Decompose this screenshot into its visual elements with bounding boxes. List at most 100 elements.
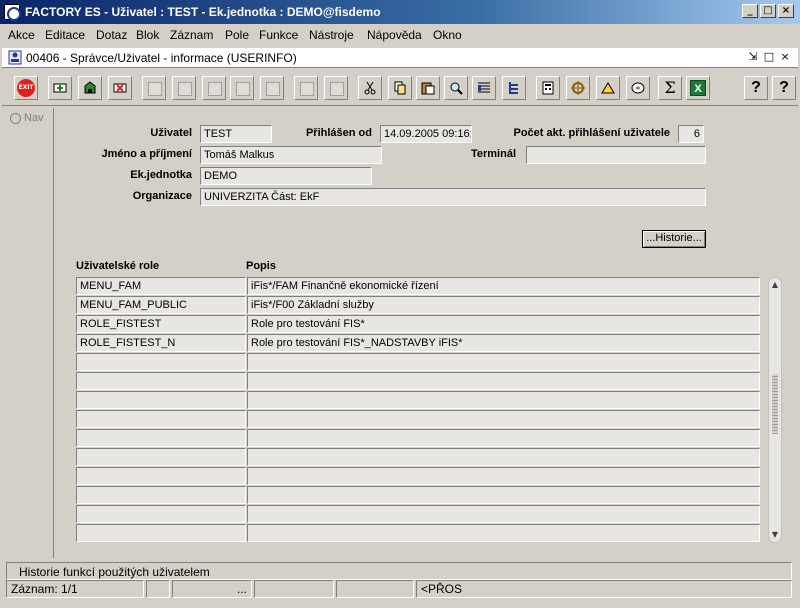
description-cell[interactable]	[247, 372, 760, 390]
query-enter-button[interactable]	[142, 76, 166, 100]
table-row[interactable]	[76, 372, 760, 390]
table-row[interactable]	[76, 505, 760, 523]
menu-nastroje[interactable]: Nástroje	[309, 28, 354, 42]
description-cell[interactable]	[247, 391, 760, 409]
copy-button[interactable]	[388, 76, 412, 100]
save-icon	[84, 81, 96, 94]
scroll-down-icon[interactable]: ▼	[770, 530, 780, 540]
close-button[interactable]: ×	[778, 4, 794, 18]
description-cell[interactable]: iFis*/F00 Základní služby	[247, 296, 760, 314]
sum-button[interactable]: Σ	[658, 76, 682, 100]
role-cell[interactable]: MENU_FAM	[76, 277, 246, 295]
toolbar: EXIT Σ X ? ?	[2, 70, 798, 106]
paste-button[interactable]	[416, 76, 440, 100]
query-execute-button[interactable]	[172, 76, 196, 100]
excel-export-button[interactable]: X	[686, 76, 710, 100]
maximize-button[interactable]: □	[760, 4, 776, 18]
table-row[interactable]	[76, 448, 760, 466]
preview-button[interactable]	[324, 76, 348, 100]
table-row[interactable]	[76, 429, 760, 447]
terminal-field[interactable]	[526, 146, 706, 164]
description-cell[interactable]: Role pro testování FIS*_NADSTAVBY iFIS*	[247, 334, 760, 352]
description-cell[interactable]: iFis*/FAM Finančně ekonomické řízení	[247, 277, 760, 295]
calculator-button[interactable]	[536, 76, 560, 100]
tree-button[interactable]	[502, 76, 526, 100]
table-row[interactable]	[76, 353, 760, 371]
menu-pole[interactable]: Pole	[225, 28, 249, 42]
role-cell[interactable]	[76, 524, 246, 542]
history-button[interactable]: ...Historie...	[642, 230, 706, 248]
table-row[interactable]: ROLE_FISTEST_N Role pro testování FIS*_NA…	[76, 334, 760, 352]
role-cell[interactable]	[76, 391, 246, 409]
print-button[interactable]	[294, 76, 318, 100]
list-icon	[478, 82, 490, 93]
role-cell[interactable]	[76, 429, 246, 447]
role-cell[interactable]: ROLE_FISTEST_N	[76, 334, 246, 352]
role-cell[interactable]	[76, 410, 246, 428]
name-field[interactable]: Tomáš Malkus	[200, 146, 382, 164]
login-field[interactable]: 14.09.2005 09:16:	[380, 125, 472, 143]
find-button[interactable]	[444, 76, 468, 100]
role-cell[interactable]	[76, 353, 246, 371]
list-button[interactable]	[472, 76, 496, 100]
description-cell[interactable]	[247, 448, 760, 466]
form-maximize-button[interactable]: □	[762, 50, 776, 64]
navigator-button[interactable]	[566, 76, 590, 100]
table-row[interactable]: ROLE_FISTEST Role pro testování FIS*	[76, 315, 760, 333]
role-cell[interactable]	[76, 372, 246, 390]
description-cell[interactable]: Role pro testování FIS*	[247, 315, 760, 333]
menu-zaznam[interactable]: Záznam	[170, 28, 213, 42]
menu-napoveda[interactable]: Nápověda	[367, 28, 422, 42]
description-cell[interactable]	[247, 505, 760, 523]
login-count-field[interactable]: 6	[678, 125, 704, 143]
menu-akce[interactable]: Akce	[8, 28, 35, 42]
description-cell[interactable]	[247, 429, 760, 447]
description-cell[interactable]	[247, 410, 760, 428]
menu-okno[interactable]: Okno	[433, 28, 462, 42]
table-row[interactable]	[76, 467, 760, 485]
role-cell[interactable]	[76, 448, 246, 466]
form-restore-button[interactable]: ⇲	[746, 50, 760, 64]
menu-blok[interactable]: Blok	[136, 28, 159, 42]
menu-dotaz[interactable]: Dotaz	[96, 28, 127, 42]
exit-button[interactable]: EXIT	[14, 76, 38, 100]
description-cell[interactable]	[247, 524, 760, 542]
form-close-button[interactable]: ×	[778, 50, 792, 64]
table-row[interactable]	[76, 391, 760, 409]
save-button[interactable]	[78, 76, 102, 100]
nav-radio[interactable]	[10, 113, 21, 124]
delete-record-button[interactable]	[108, 76, 132, 100]
sort-multi-button[interactable]	[260, 76, 284, 100]
cut-button[interactable]	[358, 76, 382, 100]
up-level-button[interactable]	[596, 76, 620, 100]
roles-scrollbar[interactable]: ▲ ▼	[768, 277, 782, 543]
sort-asc-button[interactable]	[202, 76, 226, 100]
context-help-button[interactable]: ?	[772, 76, 796, 100]
table-row[interactable]	[76, 410, 760, 428]
unit-field[interactable]: DEMO	[200, 167, 372, 185]
scroll-up-icon[interactable]: ▲	[770, 280, 780, 290]
insert-record-button[interactable]	[48, 76, 72, 100]
menu-funkce[interactable]: Funkce	[259, 28, 298, 42]
user-field[interactable]: TEST	[200, 125, 272, 143]
help-button[interactable]: ?	[744, 76, 768, 100]
role-cell[interactable]	[76, 505, 246, 523]
role-cell[interactable]	[76, 467, 246, 485]
table-row[interactable]: MENU_FAM iFis*/FAM Finančně ekonomické ří…	[76, 277, 760, 295]
status-dots: ...	[172, 580, 252, 598]
role-cell[interactable]: ROLE_FISTEST	[76, 315, 246, 333]
table-row[interactable]	[76, 524, 760, 542]
organization-field[interactable]: UNIVERZITA Část: EkF	[200, 188, 706, 206]
minimize-button[interactable]: _	[742, 4, 758, 18]
scroll-grip[interactable]	[772, 374, 778, 434]
description-cell[interactable]	[247, 486, 760, 504]
role-cell[interactable]: MENU_FAM_PUBLIC	[76, 296, 246, 314]
description-cell[interactable]	[247, 467, 760, 485]
menu-editace[interactable]: Editace	[45, 28, 85, 42]
disk-button[interactable]	[626, 76, 650, 100]
sort-desc-button[interactable]	[230, 76, 254, 100]
role-cell[interactable]	[76, 486, 246, 504]
table-row[interactable]: MENU_FAM_PUBLIC iFis*/F00 Základní služby	[76, 296, 760, 314]
table-row[interactable]	[76, 486, 760, 504]
description-cell[interactable]	[247, 353, 760, 371]
